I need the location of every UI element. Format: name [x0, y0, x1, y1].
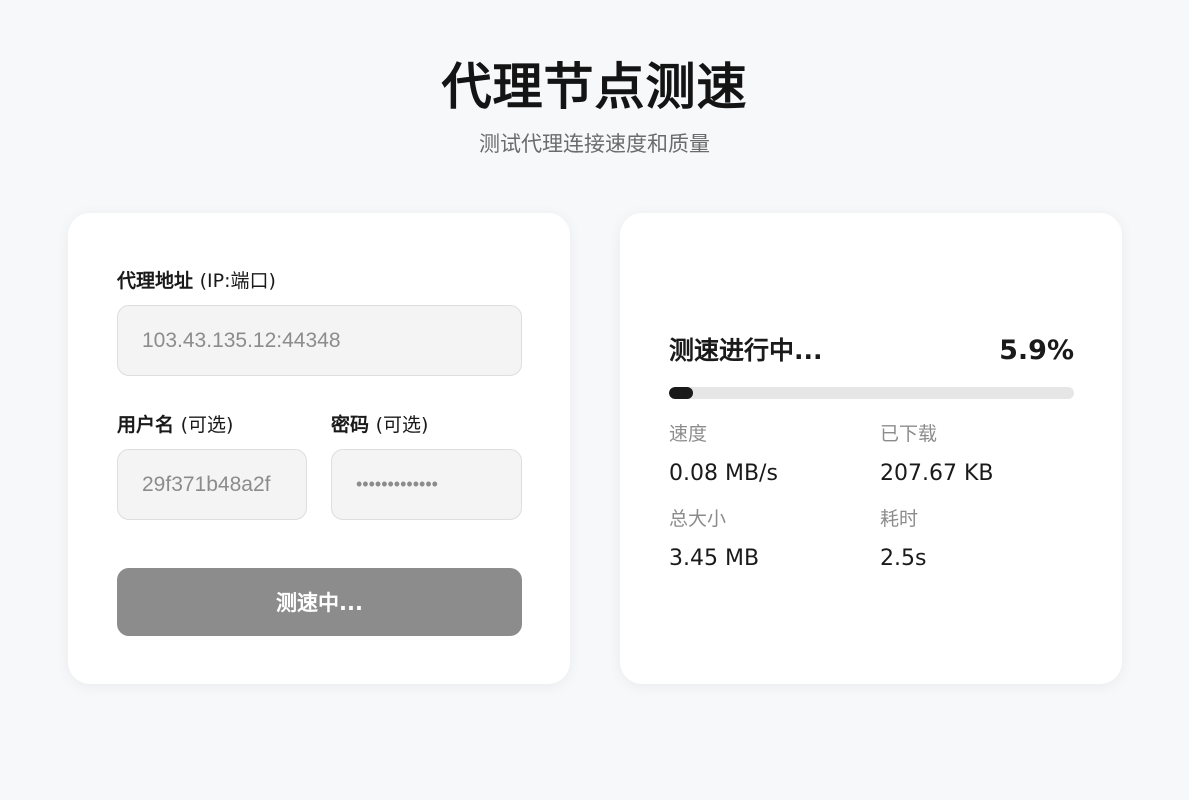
- password-input[interactable]: •••••••••••••: [331, 449, 522, 520]
- username-label: 用户名 (可选): [117, 410, 233, 437]
- progress-percent: 5.9%: [999, 335, 1074, 366]
- stat-speed: 速度 0.08 MB/s: [669, 422, 869, 488]
- page-title: 代理节点测速: [441, 58, 748, 116]
- username-input[interactable]: 29f371b48a2f: [117, 449, 307, 520]
- stat-downloaded-label: 已下载: [880, 423, 938, 445]
- proxy-address-label-text: 代理地址: [117, 270, 194, 292]
- password-value: •••••••••••••: [356, 474, 438, 494]
- stat-downloaded: 已下载 207.67 KB: [880, 422, 1080, 488]
- start-test-button[interactable]: 测速中...: [117, 568, 522, 636]
- page-header: 代理节点测速 测试代理连接速度和质量: [0, 0, 1189, 158]
- stat-speed-label: 速度: [669, 423, 708, 445]
- cards-container: 代理地址 (IP:端口) 103.43.135.12:44348 用户名 (可选…: [68, 213, 1122, 684]
- stat-downloaded-value: 207.67 KB: [880, 461, 994, 486]
- username-label-text: 用户名: [117, 414, 175, 436]
- username-label-hint: (可选): [180, 414, 234, 436]
- password-label-hint: (可选): [375, 414, 429, 436]
- stat-total-size: 总大小 3.45 MB: [669, 507, 869, 573]
- stat-elapsed: 耗时 2.5s: [880, 507, 1080, 573]
- stat-total-size-label: 总大小: [669, 508, 727, 530]
- speed-result-card: 测速进行中... 5.9% 速度 0.08 MB/s 已下载 207.67 KB…: [620, 213, 1122, 684]
- proxy-form-card: 代理地址 (IP:端口) 103.43.135.12:44348 用户名 (可选…: [68, 213, 570, 684]
- stat-elapsed-value: 2.5s: [880, 546, 927, 571]
- password-label: 密码 (可选): [331, 410, 428, 437]
- stat-speed-value: 0.08 MB/s: [669, 461, 778, 486]
- proxy-address-value: 103.43.135.12:44348: [142, 328, 341, 352]
- status-text: 测速进行中...: [669, 336, 823, 365]
- proxy-address-label: 代理地址 (IP:端口): [117, 266, 276, 293]
- status-row: 测速进行中... 5.9%: [669, 331, 1074, 367]
- password-label-text: 密码: [331, 414, 370, 436]
- stat-elapsed-label: 耗时: [880, 508, 919, 530]
- progress-bar-fill: [669, 387, 693, 399]
- progress-bar: [669, 387, 1074, 399]
- proxy-address-input[interactable]: 103.43.135.12:44348: [117, 305, 522, 376]
- page-subtitle: 测试代理连接速度和质量: [479, 132, 710, 156]
- stat-total-size-value: 3.45 MB: [669, 546, 760, 571]
- username-value: 29f371b48a2f: [142, 472, 271, 496]
- proxy-address-label-hint: (IP:端口): [199, 270, 276, 292]
